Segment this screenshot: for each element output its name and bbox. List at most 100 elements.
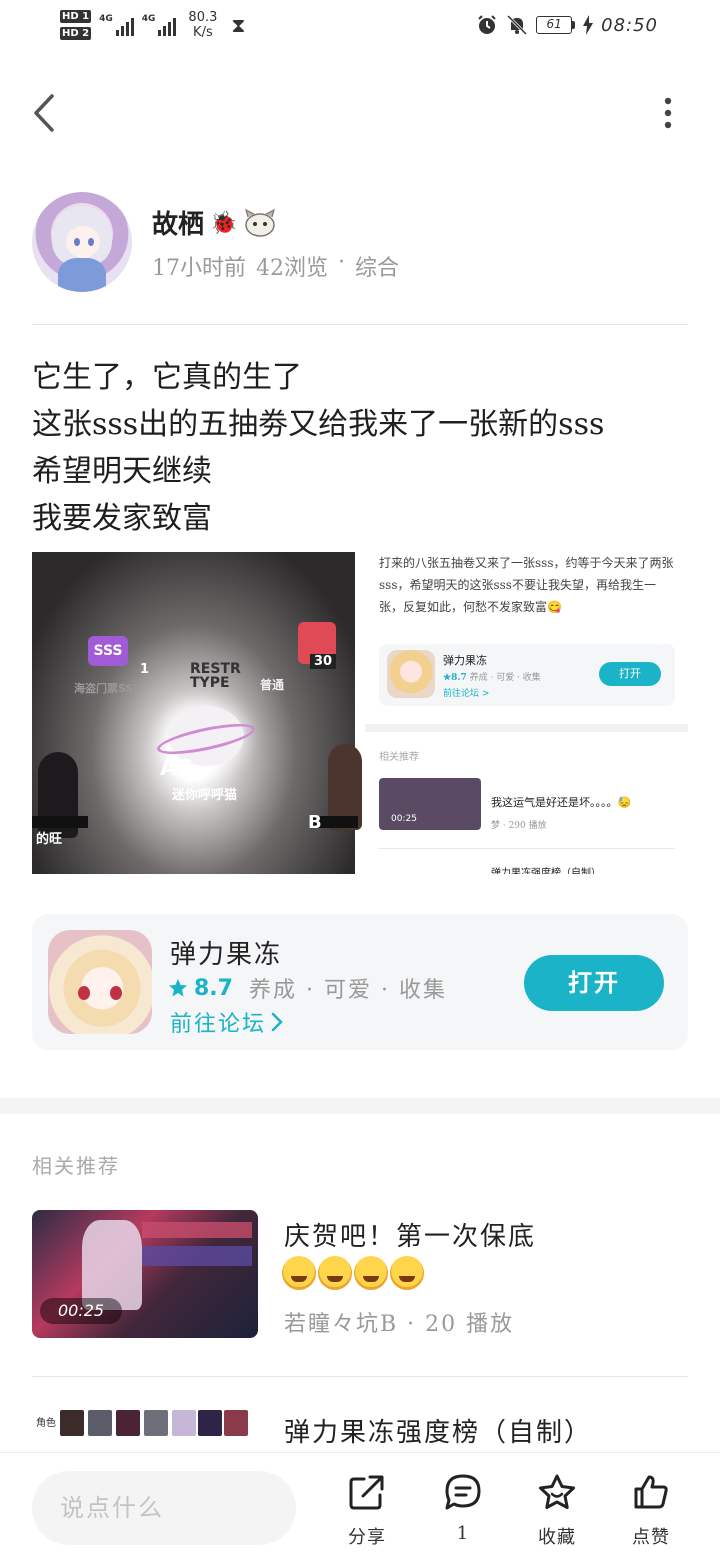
- network-speed: 80.3 K/s: [188, 10, 217, 40]
- shot-app-name: 弹力果冻: [443, 654, 487, 667]
- post-time: 17小时前: [152, 256, 246, 281]
- forum-link-label[interactable]: 前往论坛: [170, 1006, 266, 1038]
- sss-name: 海盗门票SSS: [74, 682, 141, 695]
- star-outline-icon: [539, 1474, 575, 1509]
- back-button[interactable]: [30, 92, 60, 134]
- network-type-1: 4G: [99, 14, 113, 24]
- related-item-title[interactable]: 弹力果冻强度榜（自制）: [284, 1412, 592, 1449]
- right-label: B: [308, 812, 322, 833]
- center-name: 迷你呼呼猫: [172, 788, 238, 803]
- section-separator: [0, 1098, 720, 1114]
- hourglass-icon: ⧗: [231, 13, 246, 37]
- steam-face-emoji-icon: [282, 1256, 316, 1290]
- app-name[interactable]: 弹力果冻: [170, 934, 282, 971]
- app-icon[interactable]: [48, 930, 152, 1034]
- hd1-badge: HD 1: [60, 10, 92, 23]
- status-right: 61 08:50: [476, 14, 658, 36]
- related-title: 相关推荐: [32, 1154, 120, 1178]
- sss-count: 1: [140, 662, 150, 677]
- related-table-thumb[interactable]: 角色: [32, 1408, 258, 1452]
- author-avatar[interactable]: [32, 192, 132, 292]
- more-button[interactable]: [662, 96, 674, 130]
- shot-next-title: 弹力果冻强度榜（自制）: [491, 868, 601, 874]
- steam-face-emoji-icon: [354, 1256, 388, 1290]
- app-rating: 8.7: [194, 975, 233, 1001]
- alarm-icon: [476, 14, 498, 36]
- post-line: 希望明天继续: [32, 454, 212, 489]
- network-type-2: 4G: [141, 14, 156, 24]
- battery-level: 61: [536, 16, 573, 34]
- more-vertical-icon: [664, 97, 672, 129]
- chevron-left-icon: [34, 94, 54, 132]
- open-app-button[interactable]: 打开: [524, 955, 664, 1011]
- speed-value: 80.3: [188, 10, 218, 25]
- app-card[interactable]: 弹力果冻 8.7 养成 · 可爱 · 收集 前往论坛 打开: [32, 914, 688, 1050]
- like-button[interactable]: 点赞: [616, 1473, 686, 1551]
- meta-separator: ·: [338, 250, 345, 275]
- author-name[interactable]: 故栖: [152, 204, 204, 241]
- mute-icon: [506, 14, 528, 36]
- hd2-badge: HD 2: [60, 27, 92, 40]
- divider: [32, 324, 688, 325]
- sss-badge: SSS: [88, 636, 128, 666]
- post-line: 这张sss出的五抽劵又给我来了一张新的sss: [32, 407, 605, 442]
- thumbs-up-icon: [634, 1475, 668, 1509]
- share-icon: [349, 1475, 384, 1510]
- comment-icon: [445, 1474, 481, 1510]
- shot-duration: 00:25: [391, 814, 417, 824]
- app-tags: 养成 · 可爱 · 收集: [248, 978, 447, 1003]
- star-icon: [169, 979, 187, 997]
- author-name-row[interactable]: 故栖 🐞: [152, 204, 277, 241]
- share-button[interactable]: 分享: [332, 1473, 402, 1551]
- favorite-button[interactable]: 收藏: [522, 1473, 592, 1551]
- hd-indicators: HD 1 HD 2: [60, 10, 92, 40]
- pet-badge-icon: [245, 208, 276, 237]
- post-category[interactable]: 综合: [355, 250, 399, 282]
- shot-text: 打来的八张五抽卷又来了一张sss，约等于今天来了两张sss，希望明天的这张sss…: [379, 556, 674, 614]
- ab-label: AB: [160, 756, 194, 781]
- like-label: 点赞: [632, 1527, 670, 1548]
- chevron-right-icon: [271, 1012, 283, 1032]
- left-name: 的旺: [36, 832, 63, 847]
- shot-video-meta: 梦 · 290 播放: [491, 821, 547, 831]
- share-label: 分享: [348, 1527, 386, 1548]
- comment-count: 1: [456, 1523, 470, 1544]
- shot-video-thumb: 00:25: [379, 778, 481, 830]
- shot-app-card: 弹力果冻 ★8.7 养成 · 可爱 · 收集 前往论坛 > 打开: [379, 644, 675, 706]
- normal-label: 普通: [260, 678, 285, 692]
- shot-related-label: 相关推荐: [379, 752, 419, 763]
- thumb-label: 角色: [36, 1418, 56, 1429]
- red-count: 30: [310, 654, 337, 669]
- forum-link[interactable]: 前往论坛: [170, 1006, 284, 1038]
- related-item-meta: 若瞳々坑B · 20 播放: [284, 1312, 515, 1337]
- restr-label: RESTR TYPE: [190, 661, 241, 691]
- post-line: 它生了，它真的生了: [32, 360, 302, 395]
- shot-app-meta: ★8.7 养成 · 可爱 · 收集: [443, 670, 541, 683]
- battery-icon: 61: [536, 16, 576, 34]
- related-emoji-row: [282, 1256, 424, 1290]
- bottom-action-bar: 分享 1 收藏 点赞: [0, 1452, 720, 1560]
- comment-input[interactable]: [32, 1471, 296, 1545]
- speed-unit: K/s: [193, 25, 213, 40]
- post-line: 我要发家致富: [32, 501, 212, 536]
- comment-button[interactable]: 1: [428, 1473, 498, 1551]
- app-rating-row: 8.7 养成 · 可爱 · 收集: [168, 972, 447, 1004]
- app-screenshot: 打来的八张五抽卷又来了一张sss，约等于今天来了两张sss，希望明天的这张sss…: [365, 552, 688, 874]
- shot-app-rating: ★8.7: [443, 673, 467, 683]
- post-meta: 17小时前 42浏览 · 综合: [152, 250, 399, 282]
- post-image[interactable]: SSS 1 海盗门票SSS 30 RESTR TYPE 普通 AB 迷你呼呼猫 …: [32, 552, 688, 874]
- post-views: 42浏览: [256, 256, 328, 281]
- related-item-title[interactable]: 庆贺吧！第一次保底: [284, 1216, 536, 1253]
- name-decoration-icon: 🐞: [210, 209, 238, 236]
- clock: 08:50: [601, 14, 658, 36]
- related-item[interactable]: 00:25 庆贺吧！第一次保底 若瞳々坑B · 20 播放: [32, 1210, 688, 1340]
- signal-icon-2: 4G: [142, 14, 177, 36]
- shot-open-button: 打开: [599, 662, 661, 686]
- favorite-label: 收藏: [538, 1527, 576, 1548]
- video-duration: 00:25: [40, 1298, 123, 1324]
- shot-app-forum: 前往论坛 >: [443, 689, 490, 699]
- shot-app-tags: 养成 · 可爱 · 收集: [469, 673, 541, 683]
- charging-icon: [583, 14, 594, 36]
- related-video-thumb[interactable]: 00:25: [32, 1210, 258, 1338]
- shot-video-title: 我这运气是好还是坏。。。。😓: [491, 796, 632, 809]
